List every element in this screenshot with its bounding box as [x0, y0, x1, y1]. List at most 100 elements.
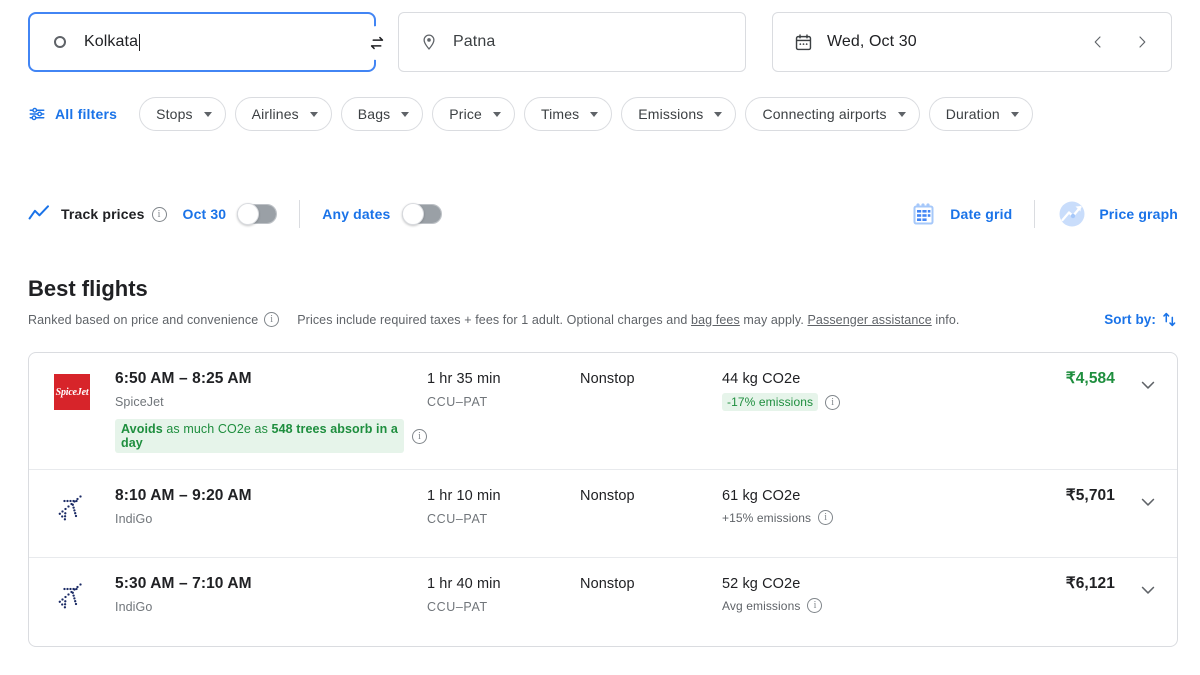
airline-logo-cell: [29, 574, 115, 615]
filter-chip-duration[interactable]: Duration: [928, 97, 1033, 131]
indigo-logo: [58, 583, 82, 609]
table-row[interactable]: 8:10 AM – 9:20 AM IndiGo 1 hr 10 min CCU…: [29, 470, 1177, 558]
chevron-left-icon: [1094, 36, 1101, 48]
chevron-down-icon: [492, 111, 501, 117]
sort-by-button[interactable]: Sort by:: [1104, 311, 1178, 328]
location-pin-icon: [419, 32, 439, 52]
duration-cell: 1 hr 40 min CCU–PAT: [427, 574, 580, 615]
info-icon[interactable]: i: [412, 428, 427, 444]
info-icon[interactable]: i: [807, 598, 823, 613]
price-graph-label: Price graph: [1099, 206, 1178, 222]
sort-arrows-icon: [1161, 311, 1178, 328]
flight-price: ₹4,584: [1065, 370, 1115, 387]
chip-label: Times: [540, 106, 580, 122]
expand-cell[interactable]: [1119, 486, 1177, 512]
times-cell: 6:50 AM – 8:25 AM SpiceJet Avoids as muc…: [115, 369, 427, 453]
text-caret: [139, 33, 141, 51]
expand-cell[interactable]: [1119, 574, 1177, 600]
eco-banner-text: Avoids as much CO2e as 548 trees absorb …: [115, 419, 404, 453]
prices-note-part3: info.: [931, 312, 960, 327]
track-prices-label: Track prices: [61, 206, 145, 222]
flight-duration: 1 hr 10 min: [427, 488, 501, 504]
passenger-assistance-link[interactable]: Passenger assistance: [807, 313, 931, 327]
trend-line-icon: [28, 205, 50, 223]
expand-cell[interactable]: [1119, 369, 1177, 395]
swap-airports-button[interactable]: [360, 26, 394, 60]
airline-name: IndiGo: [115, 512, 153, 526]
filter-chip-connecting-airports[interactable]: Connecting airports: [745, 97, 920, 131]
date-grid-label: Date grid: [950, 206, 1013, 222]
filter-chips-row: All filters Stops Airlines Bags Price Ti…: [28, 92, 1042, 136]
track-date-toggle[interactable]: [237, 203, 278, 225]
circle-icon: [50, 32, 70, 52]
stops-cell: Nonstop: [580, 369, 722, 389]
chip-label: Stops: [156, 106, 193, 122]
bag-fees-link[interactable]: bag fees: [691, 313, 740, 327]
flight-route: CCU–PAT: [427, 395, 488, 409]
chevron-down-icon: [203, 111, 212, 117]
emissions-cell: 44 kg CO2e -17% emissions i: [722, 369, 987, 411]
airline-logo-cell: SpiceJet: [29, 369, 115, 410]
flight-times: 5:30 AM – 7:10 AM: [115, 575, 252, 592]
emissions-value: 44 kg CO2e: [722, 371, 801, 387]
flight-price: ₹5,701: [1065, 487, 1115, 504]
duration-cell: 1 hr 35 min CCU–PAT: [427, 369, 580, 410]
filter-chip-stops[interactable]: Stops: [139, 97, 226, 131]
chevron-down-icon: [714, 111, 723, 117]
flight-route: CCU–PAT: [427, 600, 488, 614]
track-prices-row: Track prices i Oct 30 Any dates Date gri…: [28, 190, 1178, 238]
filter-chip-price[interactable]: Price: [432, 97, 515, 131]
filter-chip-bags[interactable]: Bags: [340, 97, 424, 131]
emissions-note: +15% emissions: [722, 510, 812, 525]
track-date-label[interactable]: Oct 30: [183, 206, 227, 222]
prices-note-part1: Prices include required taxes + fees for…: [297, 312, 692, 327]
emissions-value: 61 kg CO2e: [722, 488, 801, 504]
table-row[interactable]: SpiceJet 6:50 AM – 8:25 AM SpiceJet Avoi…: [29, 353, 1177, 470]
chevron-down-icon: [401, 111, 410, 117]
emissions-value: 52 kg CO2e: [722, 576, 801, 592]
stops-cell: Nonstop: [580, 486, 722, 506]
chip-label: Price: [449, 106, 482, 122]
date-grid-icon: [910, 200, 938, 228]
table-row[interactable]: 5:30 AM – 7:10 AM IndiGo 1 hr 40 min CCU…: [29, 558, 1177, 646]
toggle-knob: [401, 203, 424, 225]
view-switch-group: Date grid Price graph: [910, 199, 1178, 229]
info-icon[interactable]: i: [825, 394, 841, 410]
next-date-button[interactable]: [1129, 29, 1155, 55]
all-filters-label: All filters: [55, 106, 118, 122]
filter-chip-times[interactable]: Times: [523, 97, 613, 131]
flight-times: 8:10 AM – 9:20 AM: [115, 487, 252, 504]
prices-note-part2: may apply.: [739, 312, 808, 327]
chevron-down-icon: [897, 111, 906, 117]
date-grid-button[interactable]: Date grid: [910, 200, 1012, 228]
any-dates-label[interactable]: Any dates: [322, 206, 390, 222]
price-cell: ₹4,584: [987, 369, 1119, 389]
info-icon[interactable]: i: [818, 510, 834, 525]
all-filters-button[interactable]: All filters: [28, 97, 117, 131]
destination-field[interactable]: Patna: [398, 12, 746, 72]
chevron-down-icon: [1141, 381, 1155, 389]
chevron-down-icon: [1141, 498, 1155, 506]
prices-note: Prices include required taxes + fees for…: [297, 313, 959, 327]
track-prices-group: Track prices i Oct 30 Any dates: [28, 200, 442, 228]
filter-chip-emissions[interactable]: Emissions: [621, 97, 737, 131]
eco-bold-1: Avoids: [121, 422, 163, 436]
origin-value: Kolkata: [84, 33, 139, 50]
filter-chip-airlines[interactable]: Airlines: [234, 97, 332, 131]
chevron-down-icon: [1010, 111, 1019, 117]
price-graph-icon: [1057, 199, 1087, 229]
any-dates-toggle[interactable]: [401, 203, 442, 225]
origin-field[interactable]: Kolkata: [28, 12, 376, 72]
info-icon[interactable]: i: [264, 312, 280, 327]
flight-stops: Nonstop: [580, 371, 635, 387]
previous-date-button[interactable]: [1085, 29, 1111, 55]
times-cell: 5:30 AM – 7:10 AM IndiGo: [115, 574, 427, 615]
date-field[interactable]: Wed, Oct 30: [772, 12, 1172, 72]
tune-filters-icon: [28, 105, 46, 123]
emissions-note: -17% emissions: [722, 393, 819, 411]
emissions-cell: 52 kg CO2e Avg emissions i: [722, 574, 987, 613]
info-icon[interactable]: i: [151, 206, 167, 222]
price-graph-button[interactable]: Price graph: [1057, 199, 1178, 229]
airline-name: SpiceJet: [115, 395, 164, 409]
calendar-icon: [793, 32, 813, 52]
